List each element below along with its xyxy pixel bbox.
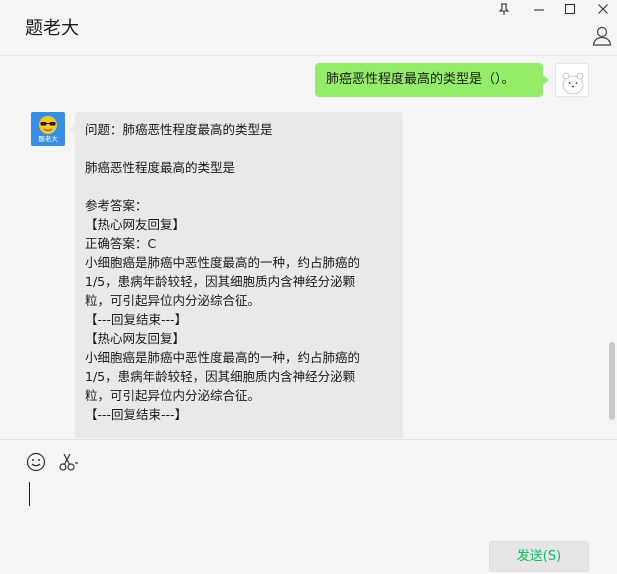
send-button[interactable]: 发送(S)	[489, 541, 589, 572]
message-input[interactable]	[25, 480, 590, 535]
bot-message-line: 1/5，患病年龄较轻，因其细胞质内含神经分泌颗	[85, 369, 356, 384]
bot-message-line: 粒，可引起异位内分泌综合征。	[85, 388, 261, 403]
bot-message-line	[85, 177, 393, 196]
bot-message-line	[85, 139, 393, 158]
close-button[interactable]	[589, 0, 617, 18]
profile-button[interactable]	[591, 25, 613, 47]
pin-icon	[498, 2, 510, 15]
bot-message-line: 1/5，患病年龄较轻，因其细胞质内含神经分泌颗	[85, 274, 356, 289]
bot-message-line: 小细胞癌是肺癌中恶性度最高的一种，约占肺癌的	[85, 255, 361, 270]
bot-avatar-label: 题老大	[38, 135, 58, 143]
scissors-icon	[59, 453, 78, 471]
bot-message-line: 【热心网友回复】	[85, 331, 186, 346]
bot-message-line: 【---回复结束---】	[85, 407, 188, 422]
bot-message-line: 【热心网友回复】	[85, 217, 186, 232]
chat-title: 题老大	[25, 18, 79, 39]
emoji-button[interactable]	[25, 451, 47, 473]
bot-avatar[interactable]: 题老大	[31, 112, 65, 146]
maximize-button[interactable]	[556, 0, 584, 18]
bot-message-line: 正确答案：C	[85, 236, 157, 251]
compose-area[interactable]: 发送(S)	[0, 439, 617, 574]
bear-avatar-icon	[562, 72, 584, 95]
title-bar: 题老大	[0, 0, 617, 56]
bot-message-line: 粒，可引起异位内分泌综合征。	[85, 293, 261, 308]
emoji-icon	[26, 452, 46, 472]
bot-message-line: 参考答案：	[85, 198, 148, 213]
pin-button[interactable]	[490, 0, 518, 18]
bot-message-line: 小细胞癌是肺癌中恶性度最高的一种，约占肺癌的	[85, 350, 361, 365]
minimize-icon	[534, 9, 544, 11]
maximize-icon	[564, 3, 576, 15]
screenshot-button[interactable]	[57, 451, 81, 473]
bot-message-line: 肺癌恶性程度最高的类型是	[85, 160, 236, 175]
user-message-bubble[interactable]: 肺癌恶性程度最高的类型是（）。	[315, 63, 549, 97]
person-icon	[592, 26, 612, 46]
minimize-button[interactable]	[525, 0, 553, 18]
bot-message-line: 问题：肺癌恶性程度最高的类型是	[85, 122, 273, 137]
bot-message-bubble[interactable]: 问题：肺癌恶性程度最高的类型是 肺癌恶性程度最高的类型是 参考答案： 【热心网友…	[69, 112, 403, 438]
bot-message-line: 【---回复结束---】	[85, 312, 188, 327]
user-avatar[interactable]	[555, 63, 589, 97]
message-list[interactable]: 肺癌恶性程度最高的类型是（）。 题老大 问题：肺癌恶性程度最高的类型是 肺癌恶性…	[0, 57, 617, 438]
chat-scrollbar[interactable]	[609, 342, 615, 420]
close-icon	[598, 4, 608, 14]
